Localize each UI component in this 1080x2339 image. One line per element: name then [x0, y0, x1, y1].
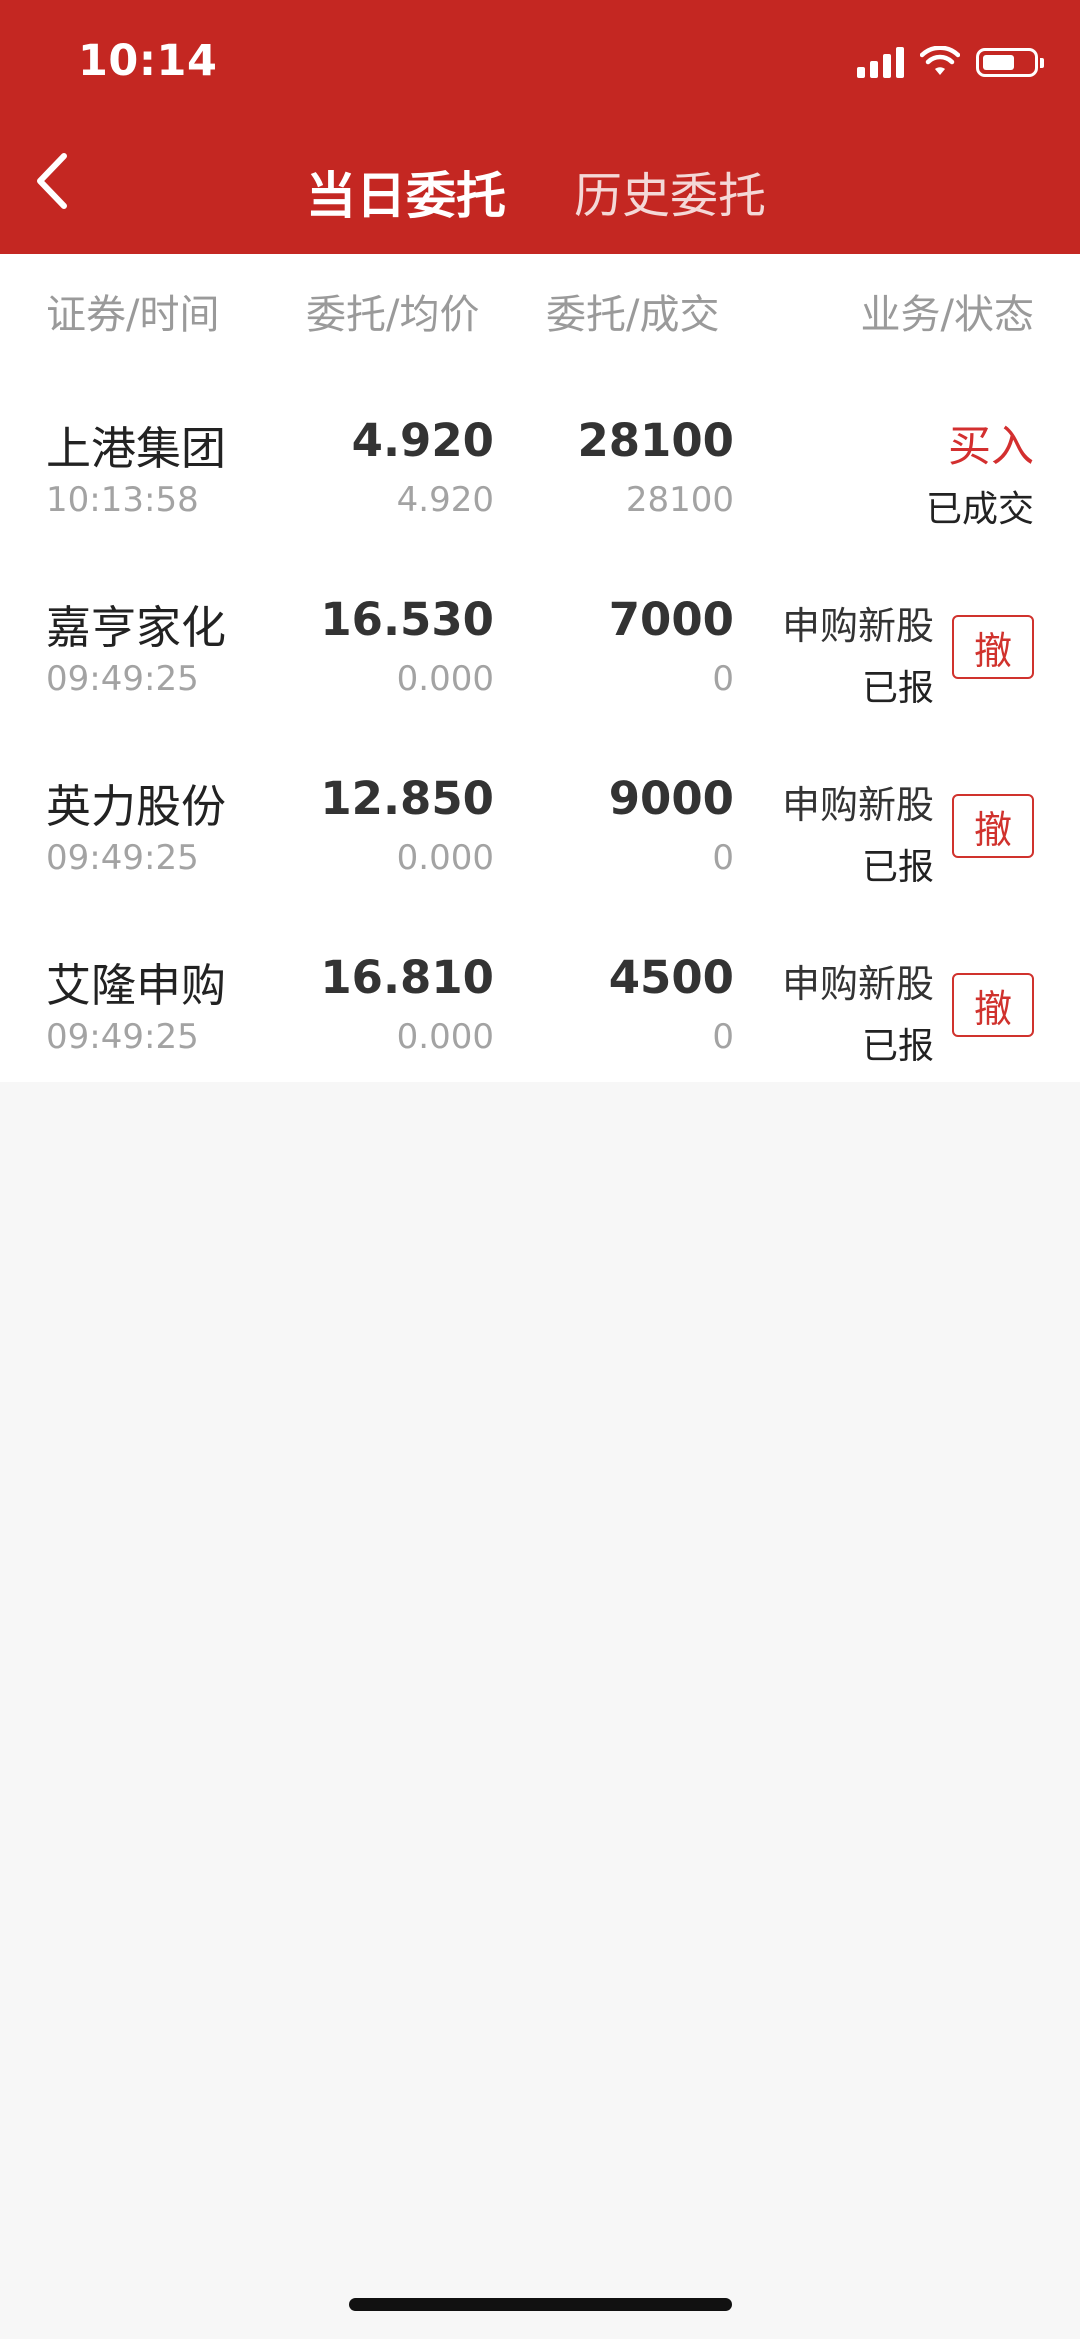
cancel-order-button[interactable]: 撤: [952, 794, 1034, 858]
column-header-security-time: 证券/时间: [46, 292, 220, 338]
order-quantity: 4500: [608, 951, 734, 1004]
security-name: 嘉亨家化: [46, 601, 227, 654]
order-time: 10:13:58: [46, 480, 199, 520]
column-header-order-avgprice: 委托/均价: [306, 292, 480, 338]
security-name: 英力股份: [46, 780, 227, 833]
order-time: 09:49:25: [46, 659, 199, 699]
order-status: 已成交: [925, 489, 1034, 530]
order-status: 已报: [861, 668, 934, 709]
order-price: 4.920: [351, 414, 494, 467]
filled-quantity: 0: [712, 659, 734, 699]
security-name: 上港集团: [46, 422, 227, 475]
table-row[interactable]: 艾隆申购 09:49:25 16.810 0.000 4500 0 申购新股 已…: [0, 937, 1080, 1115]
tab-today-orders[interactable]: 当日委托: [306, 156, 506, 228]
order-quantity: 7000: [608, 593, 734, 646]
table-row[interactable]: 嘉亨家化 09:49:25 16.530 0.000 7000 0 申购新股 已…: [0, 579, 1080, 757]
filled-quantity: 28100: [625, 480, 734, 520]
battery-icon: [976, 47, 1044, 77]
order-price: 16.810: [320, 951, 494, 1004]
average-price: 4.920: [396, 480, 494, 520]
order-price: 12.850: [320, 772, 494, 825]
business-type: 申购新股: [781, 604, 934, 648]
column-header-order-filled: 委托/成交: [546, 292, 720, 338]
cellular-signal-icon: [857, 46, 904, 78]
average-price: 0.000: [396, 838, 494, 878]
average-price: 0.000: [396, 1017, 494, 1057]
order-status: 已报: [861, 1026, 934, 1067]
order-quantity: 28100: [577, 414, 734, 467]
average-price: 0.000: [396, 659, 494, 699]
back-chevron-icon[interactable]: [28, 146, 74, 216]
business-type: 申购新股: [781, 783, 934, 827]
business-type: 买入: [948, 422, 1034, 472]
order-quantity: 9000: [608, 772, 734, 825]
status-time: 10:14: [78, 36, 218, 86]
home-indicator[interactable]: [349, 2298, 732, 2311]
filled-quantity: 0: [712, 838, 734, 878]
table-row[interactable]: 上港集团 10:13:58 4.920 4.920 28100 28100 买入…: [0, 400, 1080, 578]
order-time: 09:49:25: [46, 838, 199, 878]
order-status: 已报: [861, 847, 934, 888]
cancel-order-button[interactable]: 撤: [952, 615, 1034, 679]
business-type: 申购新股: [781, 962, 934, 1006]
security-name: 艾隆申购: [46, 959, 227, 1012]
cancel-order-button[interactable]: 撤: [952, 973, 1034, 1037]
header-bar: 10:14 当日委托 历史委托: [0, 0, 1080, 254]
order-price: 16.530: [320, 593, 494, 646]
order-time: 09:49:25: [46, 1017, 199, 1057]
filled-quantity: 0: [712, 1017, 734, 1057]
tab-history-orders[interactable]: 历史委托: [574, 156, 766, 226]
wifi-icon: [920, 46, 960, 75]
status-icons: [857, 46, 1044, 78]
column-header-business-status: 业务/状态: [860, 292, 1034, 338]
table-row[interactable]: 英力股份 09:49:25 12.850 0.000 9000 0 申购新股 已…: [0, 758, 1080, 936]
